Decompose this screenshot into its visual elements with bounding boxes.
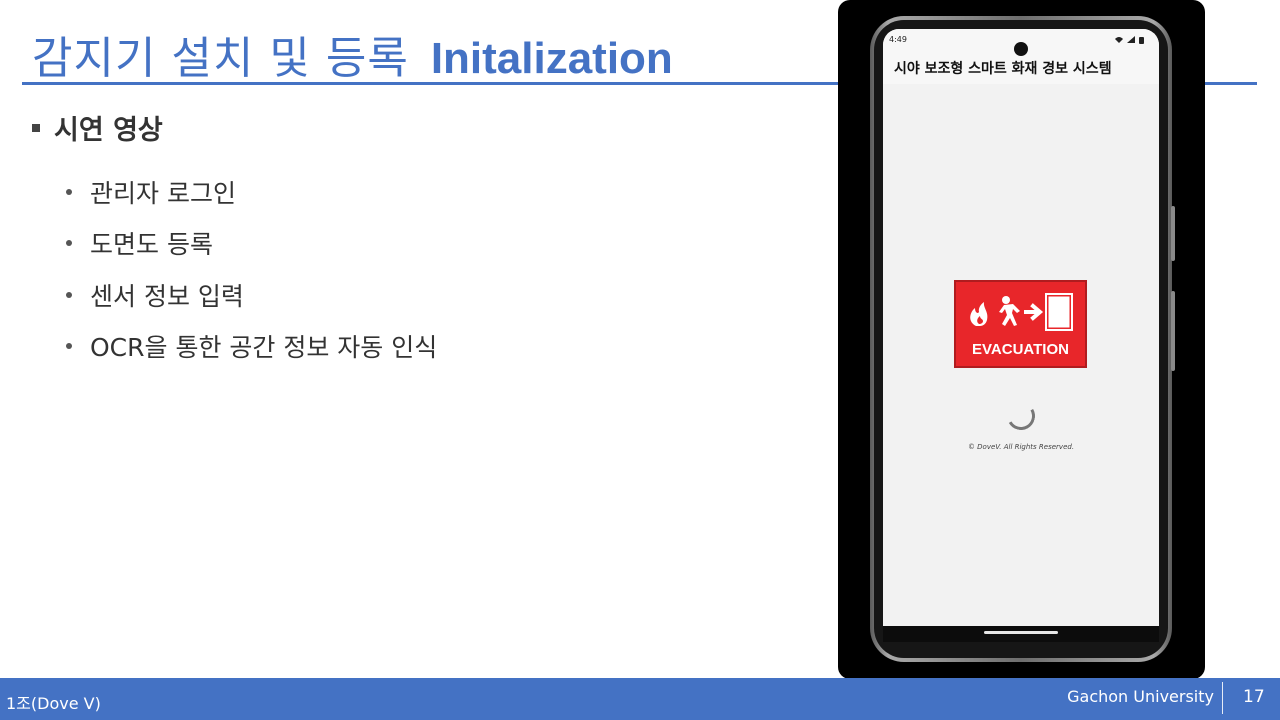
wifi-icon: [1115, 37, 1123, 43]
copyright-text: © DoveV. All Rights Reserved.: [967, 443, 1075, 451]
arrow-right-icon: [1024, 303, 1044, 321]
sub-bullet-text: OCR을 통한 공간 정보 자동 인식: [90, 333, 438, 363]
running-person-icon: [999, 304, 1020, 326]
home-indicator[interactable]: [984, 631, 1058, 634]
status-time: 4:49: [889, 35, 907, 44]
phone-screen: 4:49 시야 보조형 스마트 화재 경보 시스템 EVACUATION © D…: [883, 29, 1159, 626]
dot-bullet-icon: [66, 240, 72, 247]
sub-bullet-text: 도면도 등록: [90, 230, 213, 260]
title-korean: 감지기 설치 및 등록: [32, 33, 409, 84]
footer-divider: [1222, 682, 1223, 714]
sub-bullet-item: OCR을 통한 공간 정보 자동 인식: [66, 321, 437, 373]
main-bullet-text: 시연 영상: [54, 115, 163, 146]
university-name: Gachon University: [1067, 687, 1214, 706]
navigation-bar: [883, 626, 1159, 642]
main-bullet: 시연 영상: [32, 108, 163, 147]
power-button: [1171, 206, 1175, 261]
status-bar: 4:49: [883, 29, 1159, 56]
sub-bullet-item: 센서 정보 입력: [66, 269, 437, 321]
square-bullet-icon: [32, 123, 40, 132]
page-number: 17: [1243, 687, 1265, 707]
front-camera-icon: [1014, 42, 1028, 56]
sub-bullet-text: 센서 정보 입력: [90, 281, 244, 311]
sub-bullet-list: 관리자 로그인 도면도 등록 센서 정보 입력 OCR을 통한 공간 정보 자동…: [66, 166, 437, 372]
loading-spinner-icon: [1003, 398, 1039, 434]
sub-bullet-item: 관리자 로그인: [66, 166, 437, 218]
evacuation-sign-logo: EVACUATION: [954, 280, 1087, 368]
status-icons: [1115, 36, 1144, 44]
dot-bullet-icon: [66, 343, 72, 350]
app-title: 시야 보조형 스마트 화재 경보 시스템: [894, 60, 1112, 77]
sub-bullet-text: 관리자 로그인: [90, 178, 236, 208]
phone-video-frame: 4:49 시야 보조형 스마트 화재 경보 시스템 EVACUATION © D…: [838, 0, 1205, 679]
volume-button: [1171, 291, 1175, 371]
exit-door-icon: [1047, 295, 1071, 329]
dot-bullet-icon: [66, 291, 72, 298]
evacuation-text: EVACUATION: [972, 341, 1069, 358]
runner-head-icon: [1002, 296, 1010, 304]
title-english: Initalization: [430, 34, 673, 83]
team-label: 1조(Dove V): [6, 694, 101, 713]
battery-icon: [1139, 37, 1144, 44]
signal-icon: [1127, 36, 1135, 43]
sub-bullet-item: 도면도 등록: [66, 218, 437, 270]
footer-bar: 1조(Dove V) Gachon University 17: [0, 678, 1280, 720]
evacuation-exit-icon: [970, 293, 1073, 331]
dot-bullet-icon: [66, 188, 72, 195]
slide-title: 감지기 설치 및 등록 Initalization: [32, 22, 673, 86]
